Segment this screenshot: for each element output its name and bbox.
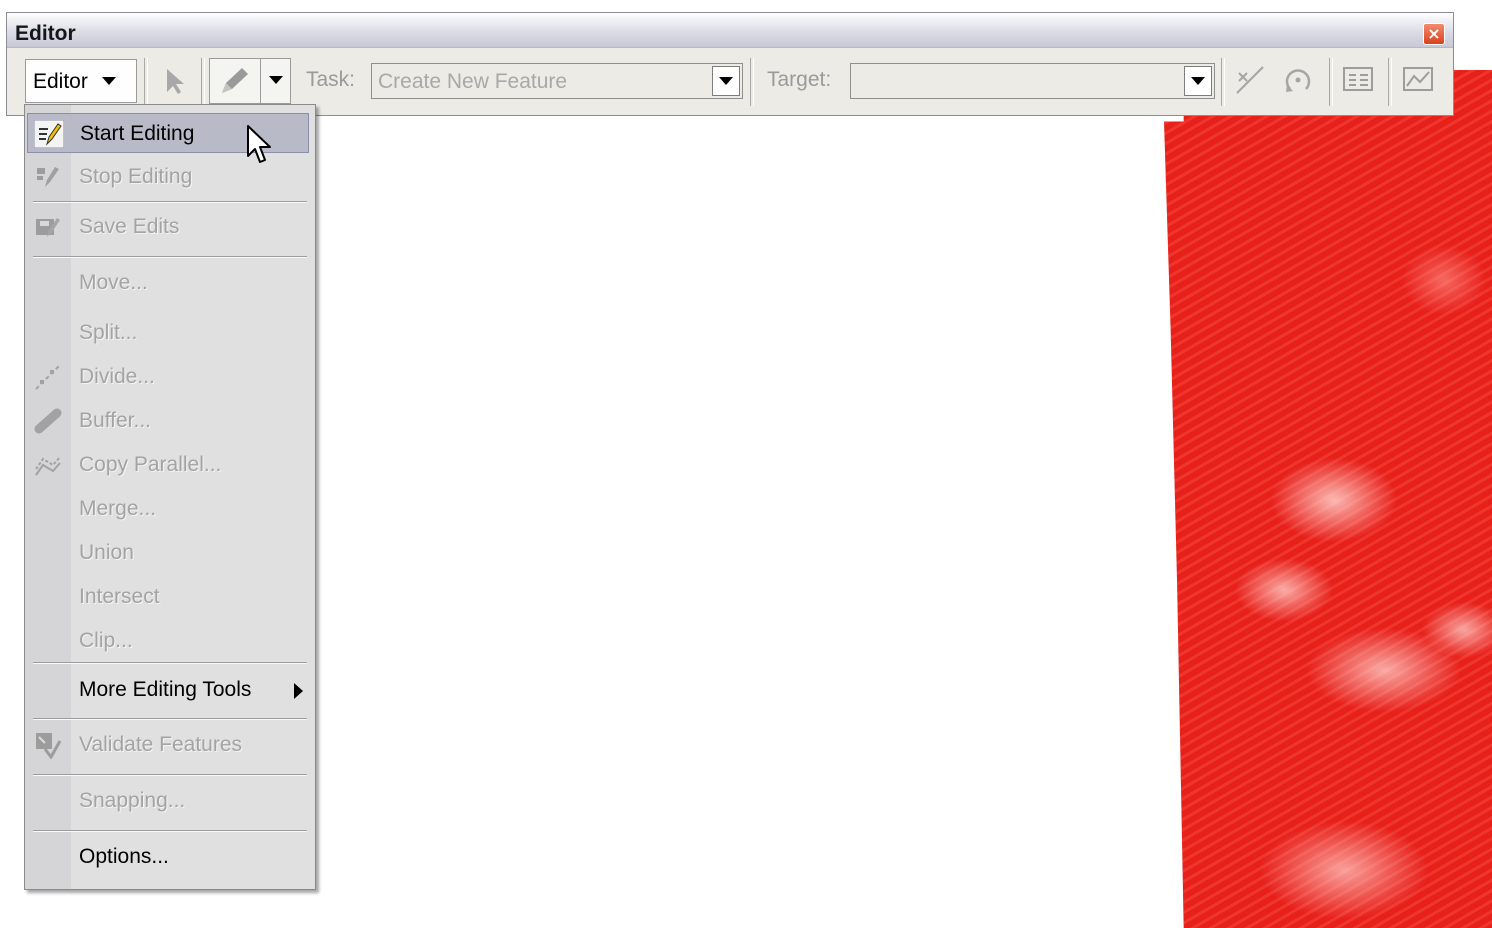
validate-features-icon (36, 733, 62, 759)
menu-item-union[interactable]: Union (27, 533, 309, 573)
task-select[interactable]: Create New Feature (371, 63, 743, 99)
menu-item-label: Copy Parallel... (79, 453, 222, 476)
mouse-pointer-icon (247, 125, 271, 163)
menu-item-label: Options... (79, 845, 169, 868)
menu-item-label: Split... (79, 321, 138, 344)
menu-item-divide[interactable]: Divide... (27, 357, 309, 397)
menu-item-save-edits[interactable]: Save Edits (27, 207, 309, 247)
attributes-icon[interactable] (1341, 64, 1375, 96)
menu-item-validate-features[interactable]: Validate Features (27, 725, 309, 765)
target-select[interactable] (850, 63, 1215, 99)
chevron-down-icon[interactable] (269, 76, 283, 84)
stop-editing-icon (37, 167, 59, 187)
menu-item-label: Divide... (79, 365, 155, 388)
menu-item-label: Validate Features (79, 733, 243, 756)
task-select-value: Create New Feature (378, 70, 568, 93)
menu-item-label: Save Edits (79, 215, 180, 238)
menu-separator (33, 718, 307, 720)
close-button[interactable]: × (1423, 23, 1445, 45)
menu-item-copy-parallel[interactable]: Copy Parallel... (27, 445, 309, 485)
edit-tool-icon[interactable] (161, 66, 191, 96)
menu-item-clip[interactable]: Clip... (27, 621, 309, 661)
editor-menu-button[interactable]: Editor (25, 59, 137, 103)
save-edits-icon (36, 218, 60, 237)
divide-icon (35, 364, 61, 390)
rotate-tool-icon[interactable] (1281, 63, 1315, 97)
toolbar-separator (1221, 58, 1225, 106)
chevron-down-icon (102, 77, 116, 85)
editor-toolbar-window: Editor × Editor Task: Create New Feature (6, 12, 1454, 116)
menu-separator (33, 201, 307, 203)
menu-item-label: Snapping... (79, 789, 186, 812)
toolbar-titlebar[interactable]: Editor × (7, 13, 1453, 48)
menu-item-label: Stop Editing (79, 165, 193, 188)
editor-menu-label: Editor (33, 70, 88, 93)
sketch-properties-icon[interactable] (1401, 64, 1435, 96)
menu-item-buffer[interactable]: Buffer... (27, 401, 309, 441)
task-label: Task: (306, 68, 356, 91)
menu-separator (33, 774, 307, 776)
chevron-down-icon (1191, 77, 1205, 85)
submenu-arrow-icon (294, 683, 303, 699)
menu-item-more-editing-tools[interactable]: More Editing Tools (27, 670, 309, 710)
buffer-icon (34, 408, 62, 434)
toolbar-separator (1329, 58, 1333, 106)
menu-item-label: More Editing Tools (79, 678, 252, 701)
editor-dropdown-menu: Start Editing Stop Editing Save Edits Mo… (24, 104, 316, 890)
menu-item-label: Merge... (79, 497, 157, 520)
chevron-down-icon (719, 77, 733, 85)
menu-item-label: Intersect (79, 585, 160, 608)
toolbar-separator (1388, 58, 1392, 106)
menu-item-label: Clip... (79, 629, 133, 652)
pencil-icon (222, 68, 248, 93)
toolbar-separator (750, 58, 754, 106)
toolbar-separator (201, 58, 205, 106)
copy-parallel-icon (35, 456, 61, 476)
menu-item-intersect[interactable]: Intersect (27, 577, 309, 617)
toolbar-separator (144, 58, 148, 106)
menu-item-snapping[interactable]: Snapping... (27, 781, 309, 821)
start-editing-icon (34, 120, 64, 148)
menu-item-move[interactable]: Move... (27, 263, 309, 303)
task-dropdown-button[interactable] (712, 66, 740, 96)
menu-item-label: Buffer... (79, 409, 151, 432)
target-label: Target: (767, 68, 832, 91)
menu-separator (33, 256, 307, 258)
toolbar-title: Editor (15, 22, 76, 45)
menu-separator (33, 662, 307, 664)
menu-item-split[interactable]: Split... (27, 313, 309, 353)
sketch-tool-button[interactable] (209, 58, 291, 104)
menu-item-label: Start Editing (80, 122, 195, 145)
menu-separator (33, 830, 307, 832)
menu-item-options[interactable]: Options... (27, 837, 309, 877)
menu-item-merge[interactable]: Merge... (27, 489, 309, 529)
target-dropdown-button[interactable] (1184, 66, 1212, 96)
split-tool-icon[interactable] (1233, 63, 1267, 97)
map-raster-image (1164, 70, 1492, 928)
menu-item-label: Union (79, 541, 134, 564)
menu-item-label: Move... (79, 271, 148, 294)
